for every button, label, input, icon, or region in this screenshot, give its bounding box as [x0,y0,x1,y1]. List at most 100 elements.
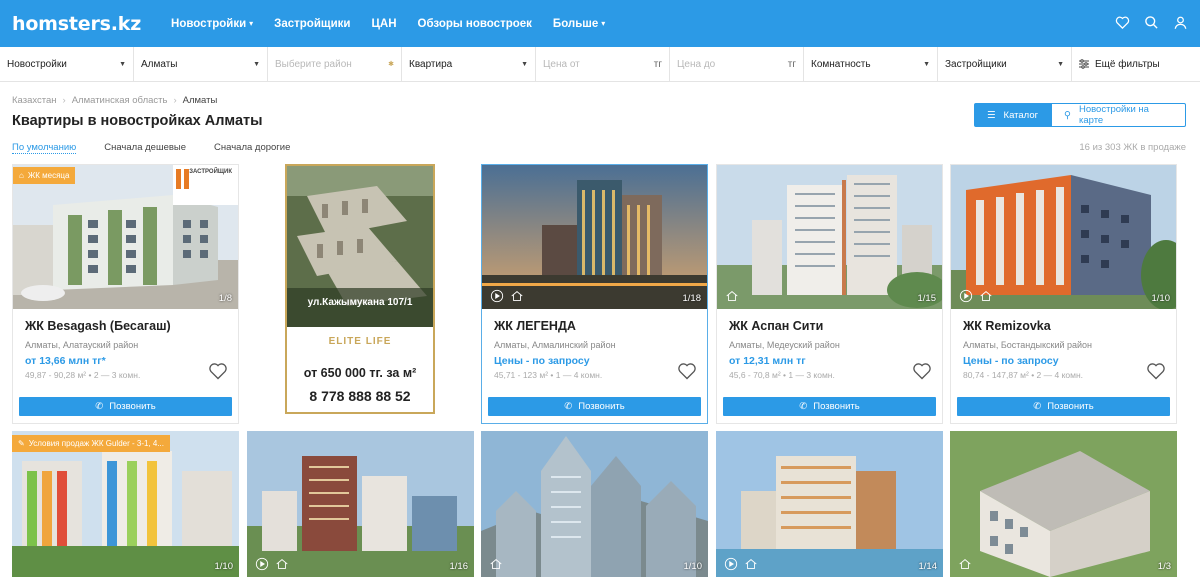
listing-title[interactable]: ЖК Besagash (Бесагаш) [25,319,171,333]
nav-item-reviews[interactable]: Обзоры новостроек [418,18,532,30]
phone-icon: ✆ [799,401,808,412]
nav-item-more[interactable]: Больше ▾ [553,18,605,30]
listing-price: от 12,31 млн тг [729,355,806,367]
tour-3d-icon[interactable] [979,289,993,303]
listing-card[interactable]: 1/10 [481,431,708,577]
sliders-icon [1079,59,1089,69]
call-button[interactable]: ✆ Позвонить [723,397,936,416]
caret-down-icon: ▼ [1057,60,1064,68]
nav-item-developers[interactable]: Застройщики [274,18,350,30]
caret-down-icon: ▼ [253,60,260,68]
sort-default[interactable]: По умолчанию [12,142,77,154]
video-icon[interactable] [959,289,973,303]
listing-card[interactable]: ✎ Условия продаж ЖК Gulder - 3-1, 4... 1/… [12,431,239,577]
listing-info: 45,71 - 123 м² • 1 — 4 комн. [494,370,603,380]
caret-down-icon: ▼ [119,60,126,68]
tour-3d-icon[interactable] [275,557,289,571]
property-select[interactable]: Квартира ▼ [402,47,536,81]
photo-counter: 1/10 [214,561,234,572]
chevron-down-icon: ▾ [249,19,254,28]
favorite-heart-icon[interactable] [677,361,697,381]
more-filters-button[interactable]: Ещё фильтры [1072,47,1200,81]
search-icon[interactable] [1144,15,1159,30]
nav-item-novostroyki[interactable]: Новостройки ▾ [171,18,253,30]
sort-cheap[interactable]: Сначала дешевые [104,142,186,154]
listing-card[interactable]: 1/18 ЖК ЛЕГЕНДА Алматы, Алмалинский райо… [481,164,708,424]
listing-title[interactable]: ЖК Remizovka [963,319,1051,333]
listing-card[interactable]: 1/10 ЖК Remizovka Алматы, Бостандыкский … [950,164,1177,424]
caret-down-icon: ▼ [521,60,528,68]
catalog-view-button[interactable]: ☰ Каталог [974,103,1051,127]
listing-photo[interactable] [950,431,1177,577]
video-icon[interactable] [490,289,504,303]
listing-card[interactable]: 1/15 ЖК Аспан Сити Алматы, Медеуский рай… [716,164,943,424]
listing-location: Алматы, Бостандыкский район [963,340,1093,350]
rooms-select[interactable]: Комнатность ▼ [804,47,938,81]
advert-address: ул.Кажымукана 107/1 [307,297,413,308]
listing-card[interactable]: 1/16 [247,431,474,577]
home-icon: ⌂ [19,171,24,180]
phone-icon: ✆ [95,401,104,412]
tour-3d-icon[interactable] [725,289,739,303]
user-icon[interactable] [1173,15,1188,30]
listing-info: 45,6 - 70,8 м² • 1 — 3 комн. [729,370,835,380]
sort-options: По умолчанию Сначала дешевые Сначала дор… [12,142,290,154]
city-select[interactable]: Алматы ▼ [134,47,268,81]
type-select[interactable]: Новостройки ▼ [0,47,134,81]
map-pin-icon: ⚲ [1064,109,1071,121]
district-select[interactable]: Выберите район ✱ [268,47,402,81]
video-icon[interactable] [255,557,269,571]
listing-photo[interactable] [716,431,943,577]
heart-icon[interactable] [1115,15,1130,30]
photo-counter: 1/15 [917,293,937,304]
site-logo[interactable]: homsters.kz [12,13,141,35]
favorite-heart-icon[interactable] [208,361,228,381]
listing-title[interactable]: ЖК Аспан Сити [729,319,823,333]
breadcrumb: Казахстан › Алматинская область › Алматы [12,95,218,106]
photo-counter: 1/14 [918,561,938,572]
breadcrumb-item[interactable]: Алматинская область [72,95,168,106]
listing-card[interactable]: ⌂ ЖК месяца ЗАСТРОЙЩИК 1/8 ЖК Besagash (Б… [12,164,239,424]
caret-down-icon: ▼ [923,60,930,68]
nearby-label-icon: ✱ [388,61,394,68]
listing-photo[interactable]: 1/15 [717,165,942,309]
call-button[interactable]: ✆ Позвонить [957,397,1170,416]
tour-3d-icon[interactable] [510,289,524,303]
listing-photo[interactable] [247,431,474,577]
favorite-heart-icon[interactable] [1146,361,1166,381]
listing-photo[interactable] [12,431,239,577]
photo-counter: 1/8 [218,293,232,304]
tour-3d-icon[interactable] [489,557,503,571]
listing-info: 80,74 - 147,87 м² • 2 — 4 комн. [963,370,1084,380]
photo-counter: 1/10 [1151,293,1171,304]
listing-photo[interactable]: 1/10 [951,165,1176,309]
advert-phone[interactable]: 8 778 888 88 52 [287,388,433,404]
page-title: Квартиры в новостройках Алматы [12,113,263,129]
tour-3d-icon[interactable] [744,557,758,571]
call-button[interactable]: ✆ Позвонить [488,397,701,416]
advert-price: от 650 000 тг. за м² [303,366,417,380]
sort-expensive[interactable]: Сначала дорогие [214,142,290,154]
video-icon[interactable] [724,557,738,571]
listing-photo[interactable] [481,431,708,577]
listing-photo[interactable]: ⌂ ЖК месяца ЗАСТРОЙЩИК 1/8 [13,165,238,309]
listing-location: Алматы, Алмалинский район [494,340,616,350]
advert-banner[interactable]: ул.Кажымукана 107/1 ELITE LIFE от 650 00… [285,164,435,414]
breadcrumb-item[interactable]: Казахстан [12,95,57,106]
phone-icon: ✆ [1033,401,1042,412]
developers-select[interactable]: Застройщики ▼ [938,47,1072,81]
developer-logo: ЗАСТРОЙЩИК [189,169,232,175]
listing-photo[interactable]: 1/18 [482,165,707,309]
nav-item-can[interactable]: ЦАН [372,18,397,30]
tag-icon: ✎ [18,439,25,448]
call-button[interactable]: ✆ Позвонить [19,397,232,416]
map-view-button[interactable]: ⚲ Новостройки на карте [1051,103,1186,127]
price-to-input[interactable]: Цена до тг [670,47,804,81]
tour-3d-icon[interactable] [958,557,972,571]
listing-title[interactable]: ЖК ЛЕГЕНДА [494,319,576,333]
listing-card[interactable]: 1/3 [950,431,1177,577]
price-from-input[interactable]: Цена от тг [536,47,670,81]
promo-badge[interactable]: ✎ Условия продаж ЖК Gulder - 3-1, 4... [12,435,170,452]
listing-card[interactable]: 1/14 [716,431,943,577]
favorite-heart-icon[interactable] [912,361,932,381]
